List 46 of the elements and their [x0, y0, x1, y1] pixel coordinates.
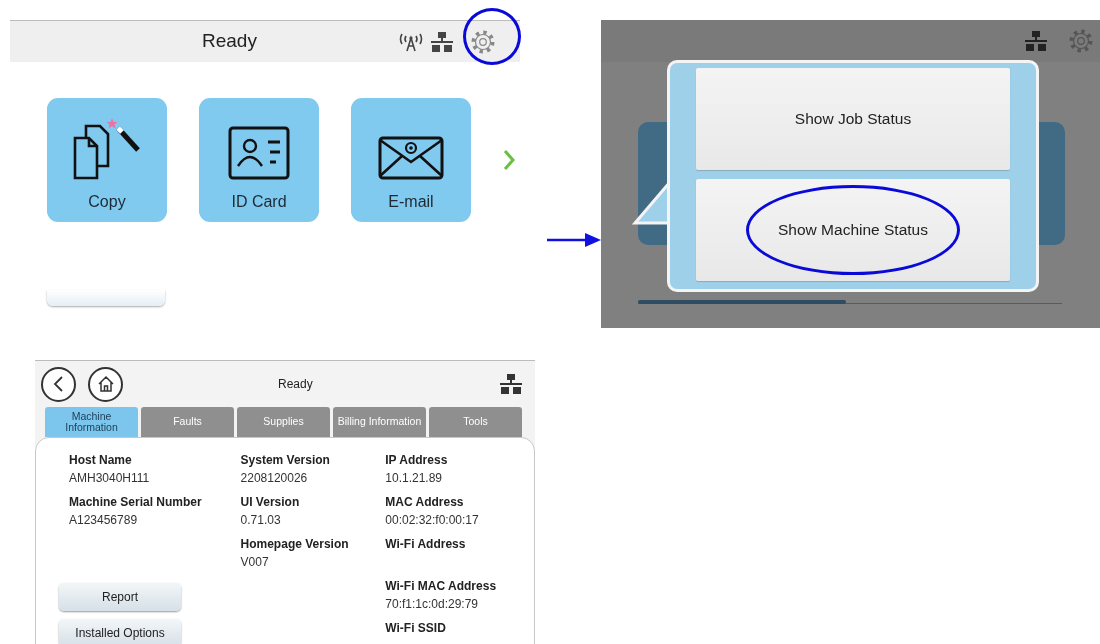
menu-option[interactable]: Show Machine Status: [696, 179, 1010, 281]
field-value: AMH3040H111: [69, 470, 151, 487]
status-title: Ready: [202, 29, 257, 54]
network-icon: [430, 31, 454, 52]
copy-wand-icon: [72, 116, 142, 180]
field-label: Wi-Fi MAC Address: [385, 578, 498, 595]
tile-label: E-mail: [388, 192, 434, 212]
app-tile[interactable]: E-mail: [351, 98, 471, 222]
tab[interactable]: Machine Information: [45, 407, 138, 437]
home-button[interactable]: [88, 366, 123, 402]
back-button[interactable]: [41, 366, 76, 402]
field-value: 00:02:32:f0:00:17: [385, 512, 480, 529]
app-tile[interactable]: ID Card: [199, 98, 319, 222]
status-title: Ready: [278, 376, 313, 393]
action-button[interactable]: Installed Options: [59, 619, 181, 644]
field-value: A123456789: [69, 512, 139, 529]
field-value: V007: [240, 554, 270, 571]
field-value: 10.1.21.89: [385, 470, 443, 487]
id-card-icon: [228, 126, 290, 180]
tile-label: ID Card: [231, 192, 287, 212]
next-chevron-icon[interactable]: [503, 149, 515, 171]
field-label: Host Name: [69, 452, 133, 469]
network-icon: [1024, 31, 1048, 51]
field-value: 0.71.03: [240, 512, 282, 529]
envelope-icon: [378, 136, 444, 180]
pointer-arrow: [547, 233, 601, 247]
menu-option[interactable]: Show Job Status: [696, 68, 1010, 170]
field-label: UI Version: [240, 494, 301, 511]
app-tile[interactable]: Copy: [47, 98, 167, 222]
action-button[interactable]: Report: [59, 583, 181, 611]
field-label: Homepage Version: [240, 536, 350, 553]
tile-label: Copy: [88, 192, 126, 212]
field-label: System Version: [240, 452, 331, 469]
field-label: MAC Address: [385, 494, 465, 511]
field-label: Wi-Fi SSID: [385, 620, 447, 637]
settings-icon[interactable]: [1068, 28, 1094, 54]
settings-icon[interactable]: [470, 28, 496, 55]
chevron-left-icon: [51, 376, 66, 392]
field-label: Machine Serial Number: [69, 494, 203, 511]
field-value: 70:f1:1c:0d:29:79: [385, 596, 480, 613]
antenna-icon: [398, 31, 424, 52]
field-label: IP Address: [385, 452, 449, 469]
field-value: 2208120026: [240, 470, 309, 487]
field-label: Wi-Fi Address: [385, 536, 467, 553]
network-icon: [499, 374, 523, 394]
house-icon: [96, 375, 115, 393]
